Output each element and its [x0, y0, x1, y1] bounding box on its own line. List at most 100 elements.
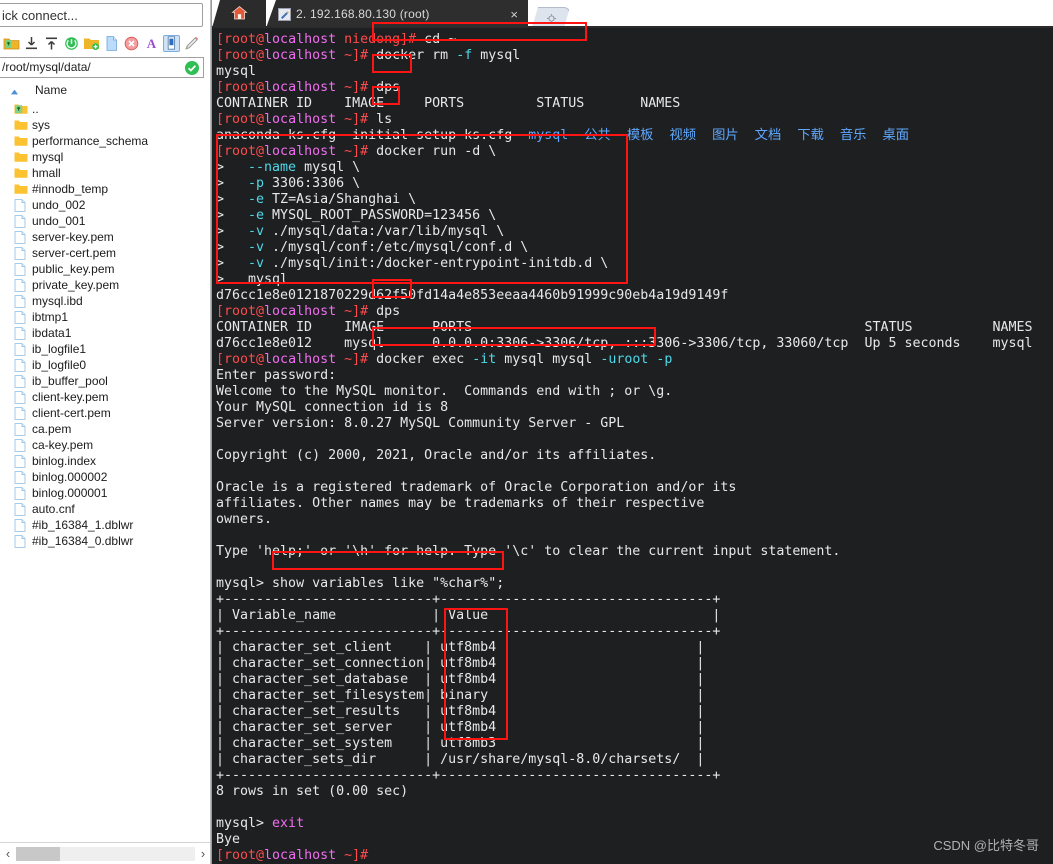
- file-list-item[interactable]: auto.cnf: [14, 501, 211, 517]
- file-list-item[interactable]: private_key.pem: [14, 277, 211, 293]
- file-name: ibdata1: [32, 325, 72, 340]
- file-list-item[interactable]: binlog.000002: [14, 469, 211, 485]
- file-list-item[interactable]: server-cert.pem: [14, 245, 211, 261]
- file-list-item[interactable]: client-key.pem: [14, 389, 211, 405]
- file-list[interactable]: .. sys performance_schema mysql hmall #innodb…: [0, 100, 211, 842]
- scroll-left-arrow-icon[interactable]: ‹: [0, 846, 16, 862]
- file-list-horizontal-scrollbar[interactable]: ‹ ›: [0, 842, 211, 864]
- upload-icon[interactable]: [43, 35, 60, 52]
- tab-home[interactable]: [212, 0, 266, 28]
- file-list-item[interactable]: binlog.index: [14, 453, 211, 469]
- file-list-item[interactable]: mysql: [14, 149, 211, 165]
- file-list-column-header[interactable]: Name: [0, 80, 211, 100]
- new-file-icon[interactable]: [103, 35, 120, 52]
- file-icon: [14, 534, 28, 548]
- delete-icon[interactable]: [123, 35, 140, 52]
- line-rows-count: 8 rows in set (0.00 sec): [216, 784, 409, 799]
- line-container-hash: d76cc1e8e0121870229d62f50fd14a4e853eeaa4…: [216, 288, 729, 303]
- file-name: private_key.pem: [32, 277, 120, 292]
- terminal-panel: 2. 192.168.80.130 (root) × [root@localho…: [212, 0, 1053, 864]
- line-welcome: Welcome to the MySQL monitor. Commands e…: [216, 384, 673, 399]
- file-list-item[interactable]: undo_001: [14, 213, 211, 229]
- file-list-item[interactable]: mysql.ibd: [14, 293, 211, 309]
- panel-divider: [210, 0, 211, 864]
- check-circle-icon: [184, 60, 200, 76]
- scroll-right-arrow-icon[interactable]: ›: [195, 846, 211, 862]
- file-icon: [14, 262, 28, 276]
- path-bar-area: /root/mysql/data/: [0, 56, 211, 80]
- file-name: sys: [32, 117, 50, 132]
- file-name: #ib_16384_1.dblwr: [32, 517, 134, 532]
- file-list-item[interactable]: ca.pem: [14, 421, 211, 437]
- parent-directory-icon: [14, 103, 28, 116]
- file-list-item[interactable]: #ib_16384_1.dblwr: [14, 517, 211, 533]
- file-icon: [14, 198, 28, 212]
- line-docker-run-arg-1: > --name mysql \: [216, 160, 361, 175]
- scrollbar-thumb[interactable]: [16, 846, 60, 861]
- file-list-item[interactable]: ib_buffer_pool: [14, 373, 211, 389]
- tab-session-192-168-80-130[interactable]: 2. 192.168.80.130 (root) ×: [266, 0, 528, 28]
- file-icon: [14, 374, 28, 388]
- file-name: server-key.pem: [32, 229, 114, 244]
- new-tab-button[interactable]: [532, 7, 570, 28]
- file-list-item[interactable]: ib_logfile0: [14, 357, 211, 373]
- file-icon: [14, 310, 28, 324]
- file-list-item[interactable]: hmall: [14, 165, 211, 181]
- properties-icon[interactable]: [163, 34, 180, 52]
- file-list-item[interactable]: server-key.pem: [14, 229, 211, 245]
- refresh-icon[interactable]: [63, 35, 80, 52]
- file-list-item[interactable]: ib_logfile1: [14, 341, 211, 357]
- file-name: binlog.000002: [32, 469, 108, 484]
- line-dps-2-header: CONTAINER ID IMAGE PORTS STATUS NAMES: [216, 320, 1033, 335]
- file-name: ca-key.pem: [32, 437, 94, 452]
- new-folder-icon[interactable]: [83, 35, 100, 52]
- file-list-item[interactable]: client-cert.pem: [14, 405, 211, 421]
- terminal-output[interactable]: [root@localhost niedong]# cd ~ [root@loca…: [212, 28, 1053, 864]
- rename-icon[interactable]: A: [143, 35, 160, 52]
- line-docker-run-arg-7: > -v ./mysql/init:/docker-entrypoint-ini…: [216, 256, 609, 271]
- file-list-item[interactable]: #innodb_temp: [14, 181, 211, 197]
- quick-connect-input[interactable]: ick connect...: [0, 3, 203, 27]
- line-ls: [root@localhost ~]# ls: [216, 112, 393, 127]
- line-blank-2: [216, 464, 1053, 480]
- csdn-watermark: CSDN @比特冬哥: [933, 838, 1039, 853]
- line-help: Type 'help;' or '\h' for help. Type '\c'…: [216, 544, 841, 559]
- line-blank-5: [216, 800, 1053, 816]
- line-exit: mysql> exit: [216, 816, 305, 831]
- close-icon[interactable]: ×: [486, 7, 518, 22]
- file-list-item[interactable]: ca-key.pem: [14, 437, 211, 453]
- file-name: auto.cnf: [32, 501, 75, 516]
- file-name: ib_logfile0: [32, 357, 87, 372]
- scrollbar-track[interactable]: [16, 846, 195, 861]
- remote-path-input[interactable]: /root/mysql/data/: [0, 57, 204, 78]
- line-docker-run-arg-3: > -e TZ=Asia/Shanghai \: [216, 192, 417, 207]
- file-name: undo_002: [32, 197, 86, 212]
- file-list-item[interactable]: public_key.pem: [14, 261, 211, 277]
- file-icon: [14, 230, 28, 244]
- parent-folder-icon[interactable]: [3, 35, 20, 52]
- file-list-item[interactable]: #ib_16384_0.dblwr: [14, 533, 211, 549]
- file-list-item[interactable]: ..: [14, 101, 211, 117]
- file-name: ib_buffer_pool: [32, 373, 108, 388]
- session-icon: [278, 7, 291, 21]
- file-list-item[interactable]: ibdata1: [14, 325, 211, 341]
- file-list-item[interactable]: binlog.000001: [14, 485, 211, 501]
- line-server-version: Server version: 8.0.27 MySQL Community S…: [216, 416, 625, 431]
- file-list-item[interactable]: performance_schema: [14, 133, 211, 149]
- file-icon: [14, 422, 28, 436]
- line-dps-1: [root@localhost ~]# dps: [216, 80, 401, 95]
- download-icon[interactable]: [23, 35, 40, 52]
- file-name: binlog.000001: [32, 485, 108, 500]
- edit-icon[interactable]: [183, 35, 200, 52]
- line-docker-run-arg-5: > -v ./mysql/data:/var/lib/mysql \: [216, 224, 505, 239]
- folder-icon: [14, 135, 28, 148]
- file-list-item[interactable]: sys: [14, 117, 211, 133]
- line-table-row-3: | character_set_filesystem| binary |: [216, 688, 705, 703]
- file-icon: [14, 358, 28, 372]
- file-list-item[interactable]: undo_002: [14, 197, 211, 213]
- file-name: server-cert.pem: [32, 245, 117, 260]
- line-docker-run-arg-6: > -v ./mysql/conf:/etc/mysql/conf.d \: [216, 240, 529, 255]
- file-icon: [14, 342, 28, 356]
- tab-label: 2. 192.168.80.130 (root): [296, 7, 430, 21]
- file-list-item[interactable]: ibtmp1: [14, 309, 211, 325]
